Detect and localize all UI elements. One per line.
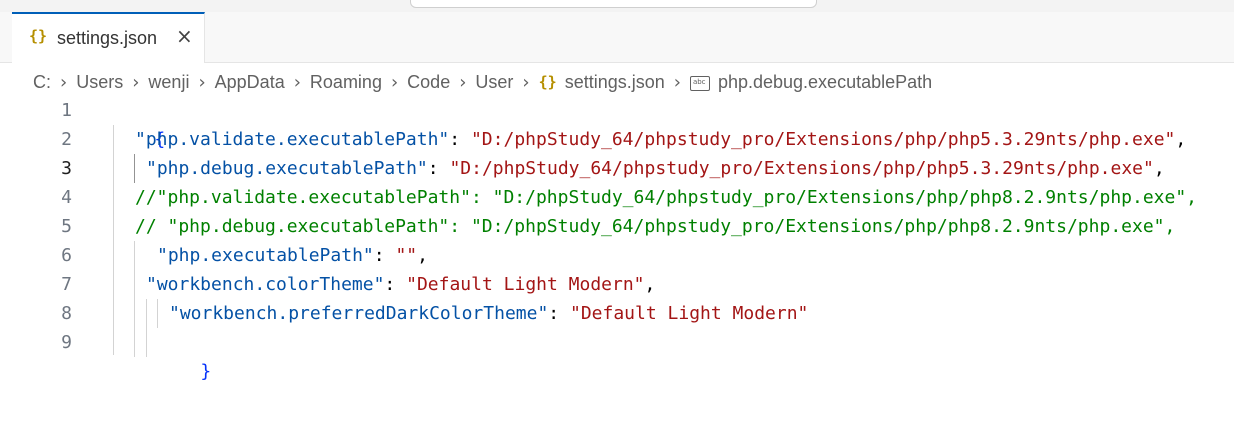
comma: ,	[417, 245, 428, 266]
comment-line: //"php.validate.executablePath": "D:/php…	[135, 187, 1198, 208]
json-braces-icon: {}	[29, 27, 48, 45]
json-string: "D:/phpStudy_64/phpstudy_pro/Extensions/…	[470, 129, 1176, 150]
code-line: "php.validate.executablePath": "D:/phpSt…	[135, 125, 1186, 154]
code-line: }	[157, 328, 211, 415]
line-number: 7	[61, 274, 72, 295]
colon: :	[449, 129, 471, 150]
json-string: "Default Light Modern"	[569, 303, 809, 324]
indent-guide	[157, 299, 158, 328]
breadcrumb-separator: ›	[459, 71, 467, 93]
tab-strip: {} settings.json ×	[0, 12, 1234, 63]
breadcrumb-separator: ›	[522, 71, 530, 93]
breadcrumb-item-user[interactable]: User	[475, 72, 513, 93]
breadcrumb-item-users[interactable]: Users	[76, 72, 123, 93]
json-string: "D:/phpStudy_64/phpstudy_pro/Extensions/…	[449, 158, 1154, 179]
breadcrumb-item-roaming[interactable]: Roaming	[310, 72, 382, 93]
code-editor[interactable]: 1 2 3 4 5 6 7 8 9 { "php.validate.execut…	[0, 96, 1234, 422]
json-key: "workbench.colorTheme"	[146, 274, 385, 295]
breadcrumb-separator: ›	[132, 71, 140, 93]
breadcrumb-separator: ›	[293, 71, 301, 93]
breadcrumb-item-wenji[interactable]: wenji	[148, 72, 189, 93]
line-number: 9	[61, 332, 72, 353]
colon: :	[427, 158, 450, 179]
json-key: "php.executablePath"	[157, 245, 374, 266]
comma: ,	[1175, 129, 1187, 150]
breadcrumb: C: › Users › wenji › AppData › Roaming ›…	[33, 70, 932, 94]
breadcrumb-item-file[interactable]: settings.json	[565, 72, 665, 93]
breadcrumb-separator: ›	[673, 71, 681, 93]
line-number: 1	[61, 100, 72, 121]
code-line: "workbench.colorTheme": "Default Light M…	[146, 270, 655, 299]
breadcrumb-separator: ›	[390, 71, 399, 93]
json-key: "workbench.preferredDarkColorTheme"	[169, 303, 549, 324]
json-string: ""	[395, 245, 418, 266]
comment-line: // "php.debug.executablePath": "D:/phpSt…	[135, 216, 1176, 237]
colon: :	[384, 274, 407, 295]
close-icon[interactable]: ×	[176, 24, 193, 48]
code-line-active: "php.debug.executablePath": "D:/phpStudy…	[146, 154, 1165, 183]
line-number: 6	[61, 245, 72, 266]
line-number: 2	[61, 129, 72, 150]
command-center[interactable]	[410, 0, 817, 8]
json-key: "php.validate.executablePath"	[135, 129, 450, 150]
code-line: "workbench.preferredDarkColorTheme": "De…	[169, 299, 808, 328]
comma: ,	[1153, 158, 1165, 179]
json-key: "php.debug.executablePath"	[146, 158, 428, 179]
colon: :	[373, 245, 396, 266]
json-braces-icon: {}	[538, 73, 557, 91]
close-brace: }	[200, 361, 212, 382]
tab-title: settings.json	[57, 28, 158, 48]
breadcrumb-item-code[interactable]: Code	[407, 72, 450, 93]
tab-settings-json[interactable]: {} settings.json ×	[12, 12, 205, 63]
line-number: 4	[61, 187, 72, 208]
colon: :	[548, 303, 570, 324]
comma: ,	[644, 274, 656, 295]
indent-guide	[146, 299, 147, 357]
code-line: "php.executablePath": "",	[157, 241, 428, 270]
string-symbol-icon	[689, 75, 710, 91]
breadcrumb-separator: ›	[198, 71, 206, 93]
breadcrumb-item-drive[interactable]: C:	[33, 72, 51, 93]
line-number: 8	[61, 303, 72, 324]
breadcrumb-separator: ›	[60, 71, 68, 93]
line-number-active: 3	[61, 158, 72, 179]
json-string: "Default Light Modern"	[406, 274, 645, 295]
breadcrumb-item-appdata[interactable]: AppData	[215, 72, 285, 93]
breadcrumb-item-symbol[interactable]: php.debug.executablePath	[718, 72, 932, 93]
indent-guide	[134, 241, 135, 357]
line-number: 5	[61, 216, 72, 237]
